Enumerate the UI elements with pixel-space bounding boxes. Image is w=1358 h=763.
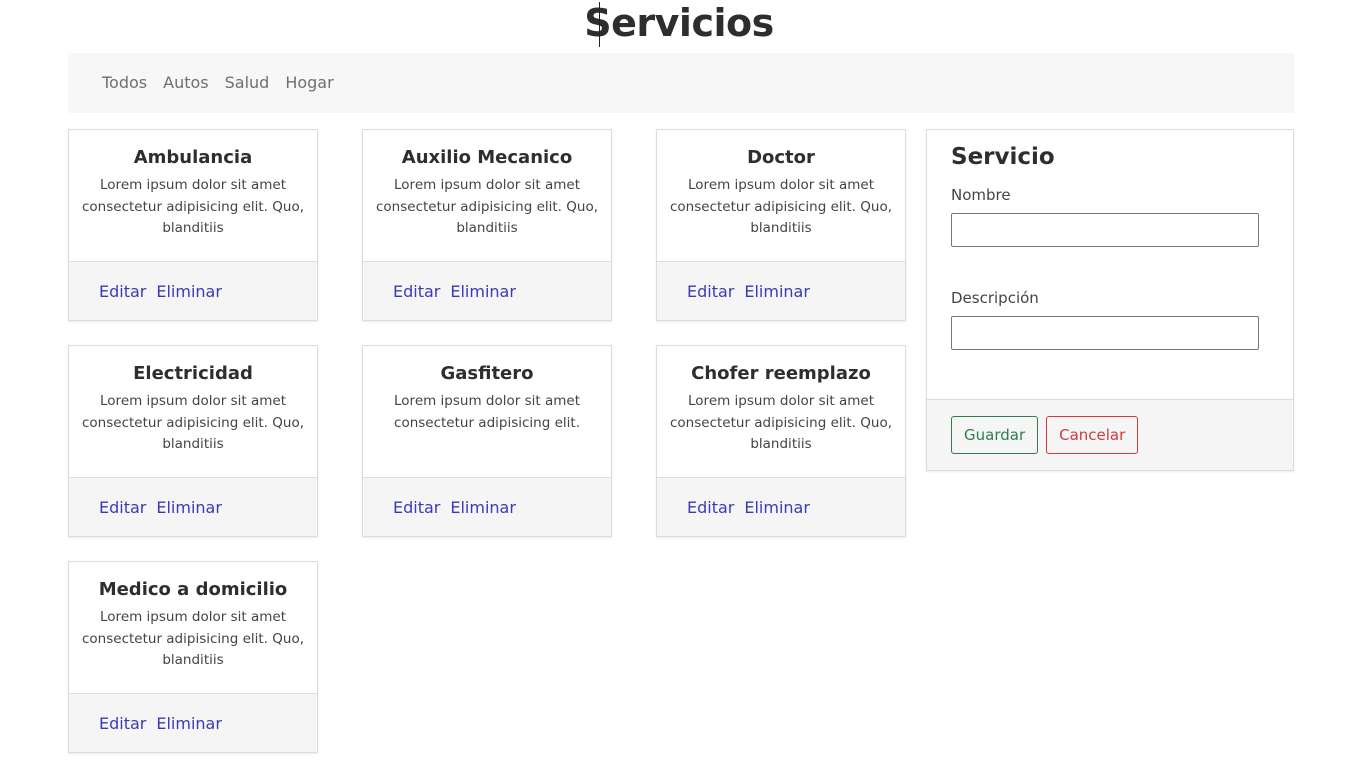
card-footer: Editar Eliminar <box>363 478 611 536</box>
delete-link[interactable]: Eliminar <box>156 714 222 733</box>
text-cursor <box>599 2 600 47</box>
edit-link[interactable]: Editar <box>687 282 734 301</box>
service-card: Doctor Lorem ipsum dolor sit amet consec… <box>656 129 906 321</box>
service-title: Electricidad <box>133 363 253 384</box>
edit-link[interactable]: Editar <box>99 282 146 301</box>
service-card: Medico a domicilio Lorem ipsum dolor sit… <box>68 561 318 753</box>
delete-link[interactable]: Eliminar <box>744 498 810 517</box>
description-label: Descripción <box>951 289 1039 307</box>
service-description: Lorem ipsum dolor sit amet consectetur a… <box>82 177 304 236</box>
card-body: Chofer reemplazo Lorem ipsum dolor sit a… <box>657 346 905 478</box>
service-title: Medico a domicilio <box>98 579 288 600</box>
service-title: Doctor <box>747 147 815 168</box>
nav-item-hogar[interactable]: Hogar <box>277 73 341 93</box>
service-form: Servicio Nombre Descripción Guardar Canc… <box>926 129 1294 471</box>
service-title: Ambulancia <box>133 147 253 168</box>
edit-link[interactable]: Editar <box>393 282 440 301</box>
card-body: Electricidad Lorem ipsum dolor sit amet … <box>69 346 317 478</box>
service-card: Gasfitero Lorem ipsum dolor sit amet con… <box>362 345 612 537</box>
cancel-button[interactable]: Cancelar <box>1046 416 1139 454</box>
save-button[interactable]: Guardar <box>951 416 1039 454</box>
card-footer: Editar Eliminar <box>363 262 611 320</box>
edit-link[interactable]: Editar <box>393 498 440 517</box>
edit-link[interactable]: Editar <box>99 498 146 517</box>
service-description: Lorem ipsum dolor sit amet consectetur a… <box>670 393 892 452</box>
card-body: Gasfitero Lorem ipsum dolor sit amet con… <box>363 346 611 478</box>
service-description: Lorem ipsum dolor sit amet consectetur a… <box>670 177 892 236</box>
nav-item-todos[interactable]: Todos <box>94 73 155 93</box>
card-footer: Editar Eliminar <box>69 694 317 752</box>
category-navbar: Todos Autos Salud Hogar <box>68 53 1294 113</box>
service-description: Lorem ipsum dolor sit amet consectetur a… <box>394 393 580 431</box>
service-description: Lorem ipsum dolor sit amet consectetur a… <box>376 177 598 236</box>
service-card: Electricidad Lorem ipsum dolor sit amet … <box>68 345 318 537</box>
form-footer: Guardar Cancelar <box>927 400 1293 470</box>
card-footer: Editar Eliminar <box>657 262 905 320</box>
form-title: Servicio <box>951 144 1055 170</box>
form-body: Servicio Nombre Descripción <box>927 130 1293 400</box>
service-card: Chofer reemplazo Lorem ipsum dolor sit a… <box>656 345 906 537</box>
delete-link[interactable]: Eliminar <box>450 498 516 517</box>
service-description: Lorem ipsum dolor sit amet consectetur a… <box>82 609 304 668</box>
card-body: Ambulancia Lorem ipsum dolor sit amet co… <box>69 130 317 262</box>
page-title: Servicios <box>584 1 774 45</box>
service-title: Chofer reemplazo <box>691 363 871 384</box>
card-footer: Editar Eliminar <box>69 478 317 536</box>
card-body: Medico a domicilio Lorem ipsum dolor sit… <box>69 562 317 694</box>
card-footer: Editar Eliminar <box>657 478 905 536</box>
card-footer: Editar Eliminar <box>69 262 317 320</box>
name-label: Nombre <box>951 186 1011 204</box>
delete-link[interactable]: Eliminar <box>156 498 222 517</box>
service-card: Ambulancia Lorem ipsum dolor sit amet co… <box>68 129 318 321</box>
service-title: Gasfitero <box>440 363 534 384</box>
delete-link[interactable]: Eliminar <box>450 282 516 301</box>
edit-link[interactable]: Editar <box>687 498 734 517</box>
edit-link[interactable]: Editar <box>99 714 146 733</box>
service-description: Lorem ipsum dolor sit amet consectetur a… <box>82 393 304 452</box>
service-title: Auxilio Mecanico <box>401 147 573 168</box>
card-body: Doctor Lorem ipsum dolor sit amet consec… <box>657 130 905 262</box>
description-input[interactable] <box>951 316 1259 350</box>
nav-item-autos[interactable]: Autos <box>155 73 216 93</box>
name-input[interactable] <box>951 213 1259 247</box>
service-card: Auxilio Mecanico Lorem ipsum dolor sit a… <box>362 129 612 321</box>
card-body: Auxilio Mecanico Lorem ipsum dolor sit a… <box>363 130 611 262</box>
delete-link[interactable]: Eliminar <box>744 282 810 301</box>
delete-link[interactable]: Eliminar <box>156 282 222 301</box>
nav-item-salud[interactable]: Salud <box>217 73 278 93</box>
